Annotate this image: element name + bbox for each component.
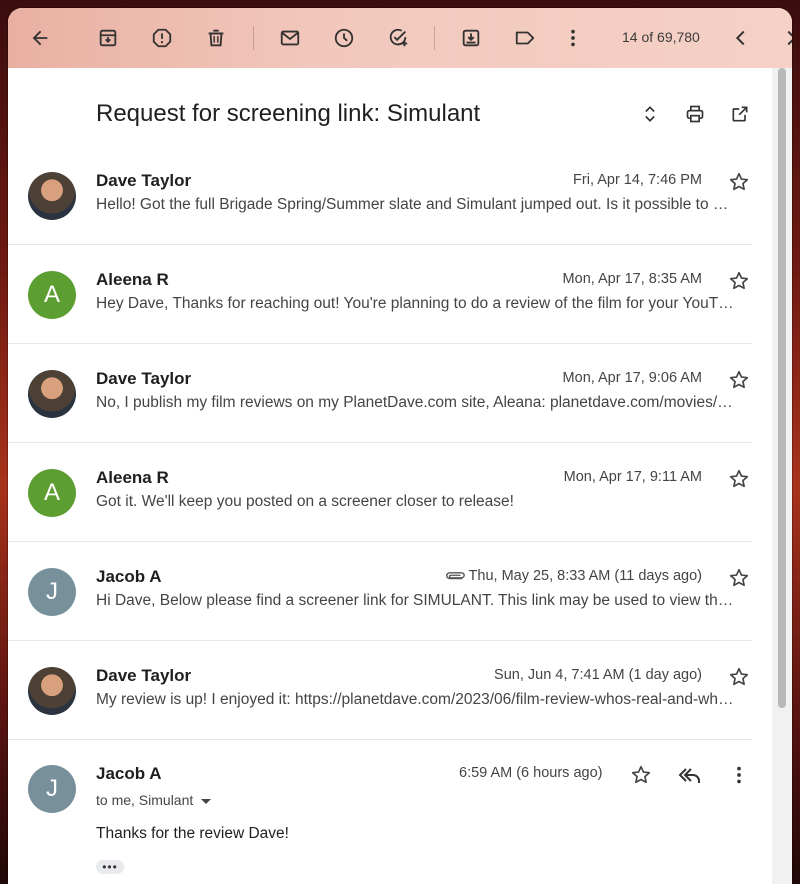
collapsed-message[interactable]: Dave Taylor Sun, Jun 4, 7:41 AM (1 day a… bbox=[8, 640, 752, 740]
message-snippet: Hi Dave, Below please find a screener li… bbox=[96, 592, 734, 609]
back-arrow-icon[interactable] bbox=[26, 24, 54, 52]
reply-all-icon[interactable] bbox=[678, 764, 702, 786]
scrollbar-thumb[interactable] bbox=[778, 68, 786, 708]
message-counter: 14 of 69,780 bbox=[622, 29, 700, 45]
thread-subject: Request for screening link: Simulant bbox=[96, 100, 481, 127]
toolbar-divider bbox=[434, 26, 435, 50]
mark-unread-icon[interactable] bbox=[276, 24, 304, 52]
avatar bbox=[28, 667, 76, 715]
expand-collapse-icon[interactable] bbox=[638, 102, 662, 126]
chevron-right-icon[interactable] bbox=[777, 24, 792, 52]
report-spam-icon[interactable] bbox=[148, 24, 176, 52]
caret-down-icon bbox=[201, 798, 212, 804]
message-date: Thu, May 25, 8:33 AM (11 days ago) bbox=[468, 568, 702, 584]
message-snippet: Hey Dave, Thanks for reaching out! You'r… bbox=[96, 295, 734, 312]
attachment-icon bbox=[446, 572, 465, 580]
sender-name: Dave Taylor bbox=[96, 171, 192, 190]
delete-icon[interactable] bbox=[202, 24, 230, 52]
recipients-text: to me, Simulant bbox=[96, 792, 194, 808]
collapsed-message[interactable]: A Aleena R Mon, Apr 17, 9:11 AM Got it. … bbox=[8, 442, 752, 542]
sender-name: Jacob A bbox=[96, 764, 162, 783]
star-icon[interactable] bbox=[728, 369, 750, 391]
message-snippet: Got it. We'll keep you posted on a scree… bbox=[96, 493, 514, 510]
message-snippet: No, I publish my film reviews on my Plan… bbox=[96, 394, 733, 411]
star-icon[interactable] bbox=[728, 270, 750, 292]
message-date: Mon, Apr 17, 8:35 AM bbox=[562, 271, 702, 287]
message-date: Fri, Apr 14, 7:46 PM bbox=[573, 172, 702, 188]
message-snippet: My review is up! I enjoyed it: https://p… bbox=[96, 691, 734, 708]
star-icon[interactable] bbox=[728, 468, 750, 490]
print-icon[interactable] bbox=[683, 102, 707, 126]
archive-icon[interactable] bbox=[94, 24, 122, 52]
collapsed-message[interactable]: J Jacob A Thu, May 25, 8:33 AM (11 days … bbox=[8, 541, 752, 641]
avatar bbox=[28, 370, 76, 418]
message-date: Mon, Apr 17, 9:06 AM bbox=[562, 370, 702, 386]
expanded-message: J Jacob A 6:59 AM (6 hours ago) to me, S… bbox=[8, 738, 752, 884]
collapsed-message[interactable]: A Aleena R Mon, Apr 17, 8:35 AM Hey Dave… bbox=[8, 244, 752, 344]
sender-name: Aleena R bbox=[96, 468, 169, 487]
message-body: Thanks for the review Dave! bbox=[96, 825, 289, 842]
avatar: A bbox=[28, 469, 76, 517]
toolbar: 14 of 69,780 bbox=[8, 8, 792, 68]
avatar: J bbox=[28, 765, 76, 813]
avatar bbox=[28, 172, 76, 220]
gmail-window: 14 of 69,780 Request for screening link:… bbox=[8, 8, 792, 884]
recipients-dropdown[interactable]: to me, Simulant bbox=[96, 792, 212, 808]
add-task-icon[interactable] bbox=[384, 24, 412, 52]
star-icon[interactable] bbox=[630, 764, 652, 786]
scrollbar[interactable] bbox=[772, 68, 792, 884]
star-icon[interactable] bbox=[728, 567, 750, 589]
sender-name: Dave Taylor bbox=[96, 369, 192, 388]
move-to-icon[interactable] bbox=[457, 24, 485, 52]
message-snippet: Hello! Got the full Brigade Spring/Summe… bbox=[96, 196, 729, 213]
message-date: Mon, Apr 17, 9:11 AM bbox=[563, 469, 702, 485]
sender-name: Aleena R bbox=[96, 270, 169, 289]
more-vert-icon[interactable] bbox=[728, 764, 750, 786]
label-icon[interactable] bbox=[511, 24, 539, 52]
avatar: J bbox=[28, 568, 76, 616]
avatar: A bbox=[28, 271, 76, 319]
open-new-window-icon[interactable] bbox=[728, 102, 752, 126]
chevron-left-icon[interactable] bbox=[727, 24, 755, 52]
show-trimmed-content-button[interactable]: ••• bbox=[96, 860, 124, 874]
star-icon[interactable] bbox=[728, 666, 750, 688]
sender-name: Jacob A bbox=[96, 567, 162, 586]
thread-view: Request for screening link: Simulant Dav… bbox=[8, 68, 772, 884]
collapsed-message[interactable]: Dave Taylor Mon, Apr 17, 9:06 AM No, I p… bbox=[8, 343, 752, 443]
message-date: 6:59 AM (6 hours ago) bbox=[459, 765, 603, 781]
more-vert-icon[interactable] bbox=[559, 24, 587, 52]
message-date: Sun, Jun 4, 7:41 AM (1 day ago) bbox=[494, 667, 702, 683]
collapsed-message[interactable]: Dave Taylor Fri, Apr 14, 7:46 PM Hello! … bbox=[8, 145, 752, 245]
toolbar-divider bbox=[253, 26, 254, 50]
sender-name: Dave Taylor bbox=[96, 666, 192, 685]
snooze-icon[interactable] bbox=[330, 24, 358, 52]
star-icon[interactable] bbox=[728, 171, 750, 193]
